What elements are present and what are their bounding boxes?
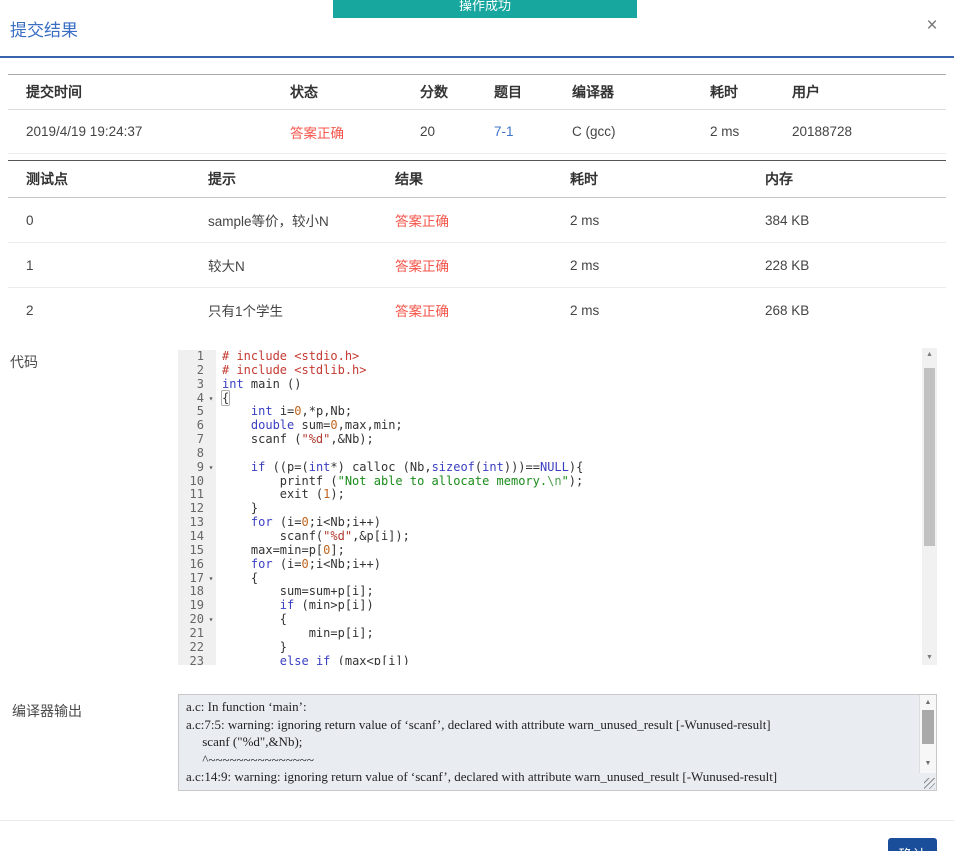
- compiler-output-textarea[interactable]: a.c: In function ‘main’: a.c:7:5: warnin…: [178, 694, 937, 791]
- code-line: 12 }: [178, 501, 922, 517]
- compiler-scrollbar[interactable]: ▲ ▼: [919, 695, 936, 773]
- problem-link[interactable]: 7-1: [494, 124, 514, 139]
- testcase-id: 1: [26, 257, 34, 273]
- col-header-memory: 内存: [765, 171, 793, 187]
- code-line: 1 # include <stdio.h>: [178, 349, 922, 364]
- testcase-id: 0: [26, 212, 34, 228]
- code-line: 3 int main (): [178, 377, 922, 392]
- testcase-id: 2: [26, 302, 34, 318]
- col-header-compiler: 编译器: [572, 84, 614, 100]
- col-header-testpoint: 测试点: [26, 171, 68, 187]
- code-line: 8: [178, 446, 922, 461]
- resize-handle-icon[interactable]: [924, 778, 935, 789]
- toast-success: 操作成功: [333, 0, 637, 18]
- testcase-result: 答案正确: [395, 259, 449, 274]
- col-header-time: 提交时间: [26, 84, 82, 100]
- fold-arrow-icon: ▾: [206, 391, 216, 406]
- submission-status: 答案正确: [290, 125, 344, 141]
- code-editor[interactable]: 1 # include <stdio.h> 2 # include <stdlib.h…: [178, 348, 937, 665]
- testcase-row: 0 sample等价，较小N 答案正确 2 ms 384 KB: [8, 198, 946, 243]
- code-line: 10 printf ("Not able to allocate memory.…: [178, 474, 922, 489]
- col-header-time: 耗时: [570, 171, 598, 187]
- compiler-scrollbar-thumb[interactable]: [922, 710, 934, 744]
- fold-arrow-icon: ▾: [206, 613, 216, 627]
- code-line: 16 for (i=0;i<Nb;i++): [178, 557, 922, 572]
- code-content: 1 # include <stdio.h> 2 # include <stdlib.h…: [178, 349, 922, 665]
- confirm-button[interactable]: 确认: [888, 838, 937, 851]
- testcase-time: 2 ms: [570, 212, 600, 228]
- scroll-down-icon[interactable]: ▼: [922, 651, 937, 665]
- testcase-row: 2 只有1个学生 答案正确 2 ms 268 KB: [8, 288, 946, 333]
- page-title: 提交结果: [10, 21, 78, 40]
- code-line: 5 int i=0,*p,Nb;: [178, 404, 922, 420]
- code-line: 19 if (min>p[i]): [178, 598, 922, 614]
- col-header-user: 用户: [792, 84, 820, 100]
- col-header-result: 结果: [395, 171, 423, 187]
- close-icon[interactable]: ×: [920, 14, 944, 38]
- testcase-time: 2 ms: [570, 302, 600, 318]
- code-line: 6 double sum=0,max,min;: [178, 418, 922, 434]
- scroll-down-icon[interactable]: ▼: [920, 757, 936, 770]
- code-line: 22 }: [178, 640, 922, 655]
- compiler-output-label: 编译器输出: [12, 703, 82, 719]
- scroll-up-icon[interactable]: ▲: [920, 696, 936, 709]
- submission-elapsed: 2 ms: [710, 124, 740, 139]
- code-line: 23 else if (max<p[i]): [178, 654, 922, 665]
- code-line: 13 for (i=0;i<Nb;i++): [178, 515, 922, 530]
- code-label: 代码: [10, 354, 38, 370]
- testcase-memory: 228 KB: [765, 257, 810, 273]
- code-line: 11 exit (1);: [178, 488, 922, 503]
- submission-compiler: C (gcc): [572, 124, 616, 139]
- testcase-row: 1 较大N 答案正确 2 ms 228 KB: [8, 243, 946, 288]
- col-header-problem: 题目: [494, 84, 522, 100]
- compiler-output-text: a.c: In function ‘main’: a.c:7:5: warnin…: [186, 699, 778, 790]
- code-line: 21 min=p[i];: [178, 626, 922, 641]
- testcase-hint: 较大N: [208, 259, 245, 274]
- submission-time: 2019/4/19 19:24:37: [26, 124, 143, 139]
- testcase-result: 答案正确: [395, 214, 449, 229]
- testcase-time: 2 ms: [570, 257, 600, 273]
- code-line: 17 ▾ {: [178, 571, 922, 586]
- code-line: 7 scanf ("%d",&Nb);: [178, 432, 922, 447]
- testcase-header-row: 测试点 提示 结果 耗时 内存: [8, 161, 946, 198]
- summary-row: 2019/4/19 19:24:37 答案正确 20 7-1 C (gcc) 2…: [8, 110, 946, 154]
- header-divider: [0, 56, 954, 58]
- scroll-up-icon[interactable]: ▲: [922, 348, 937, 362]
- col-header-status: 状态: [290, 84, 318, 100]
- code-line: 15 max=min=p[0];: [178, 543, 922, 558]
- code-scrollbar-thumb[interactable]: [924, 368, 935, 546]
- footer-divider: [0, 820, 954, 821]
- submission-score: 20: [420, 124, 436, 139]
- code-line: 9 ▾ if ((p=(int*) calloc (Nb,sizeof(int))…: [178, 460, 922, 475]
- code-line: 18 sum=sum+p[i];: [178, 584, 922, 600]
- submission-user: 20188728: [792, 124, 853, 139]
- col-header-hint: 提示: [208, 171, 236, 187]
- testcase-memory: 268 KB: [765, 302, 810, 318]
- fold-arrow-icon: ▾: [206, 460, 216, 475]
- testcase-table: 测试点 提示 结果 耗时 内存 0 sample等价，较小N 答案正确 2 ms 384…: [8, 160, 946, 333]
- testcase-hint: sample等价，较小N: [208, 214, 329, 229]
- testcase-result: 答案正确: [395, 304, 449, 320]
- code-scrollbar[interactable]: ▲ ▼: [922, 348, 937, 665]
- testcase-hint: 只有1个学生: [208, 304, 284, 320]
- col-header-score: 分数: [420, 84, 448, 100]
- code-line: 14 scanf("%d",&p[i]);: [178, 529, 922, 544]
- submission-summary-table: 提交时间 状态 分数 题目 编译器 耗时 用户 2019/4/19 19:24:…: [8, 74, 946, 154]
- code-line: 2 # include <stdlib.h>: [178, 363, 922, 378]
- fold-arrow-icon: ▾: [206, 571, 216, 586]
- code-line: 20 ▾ {: [178, 612, 922, 627]
- col-header-elapsed: 耗时: [710, 84, 738, 100]
- summary-header-row: 提交时间 状态 分数 题目 编译器 耗时 用户: [8, 75, 946, 110]
- toast-message: 操作成功: [458, 0, 511, 13]
- code-line: 4 ▾{: [178, 389, 922, 406]
- testcase-memory: 384 KB: [765, 212, 810, 228]
